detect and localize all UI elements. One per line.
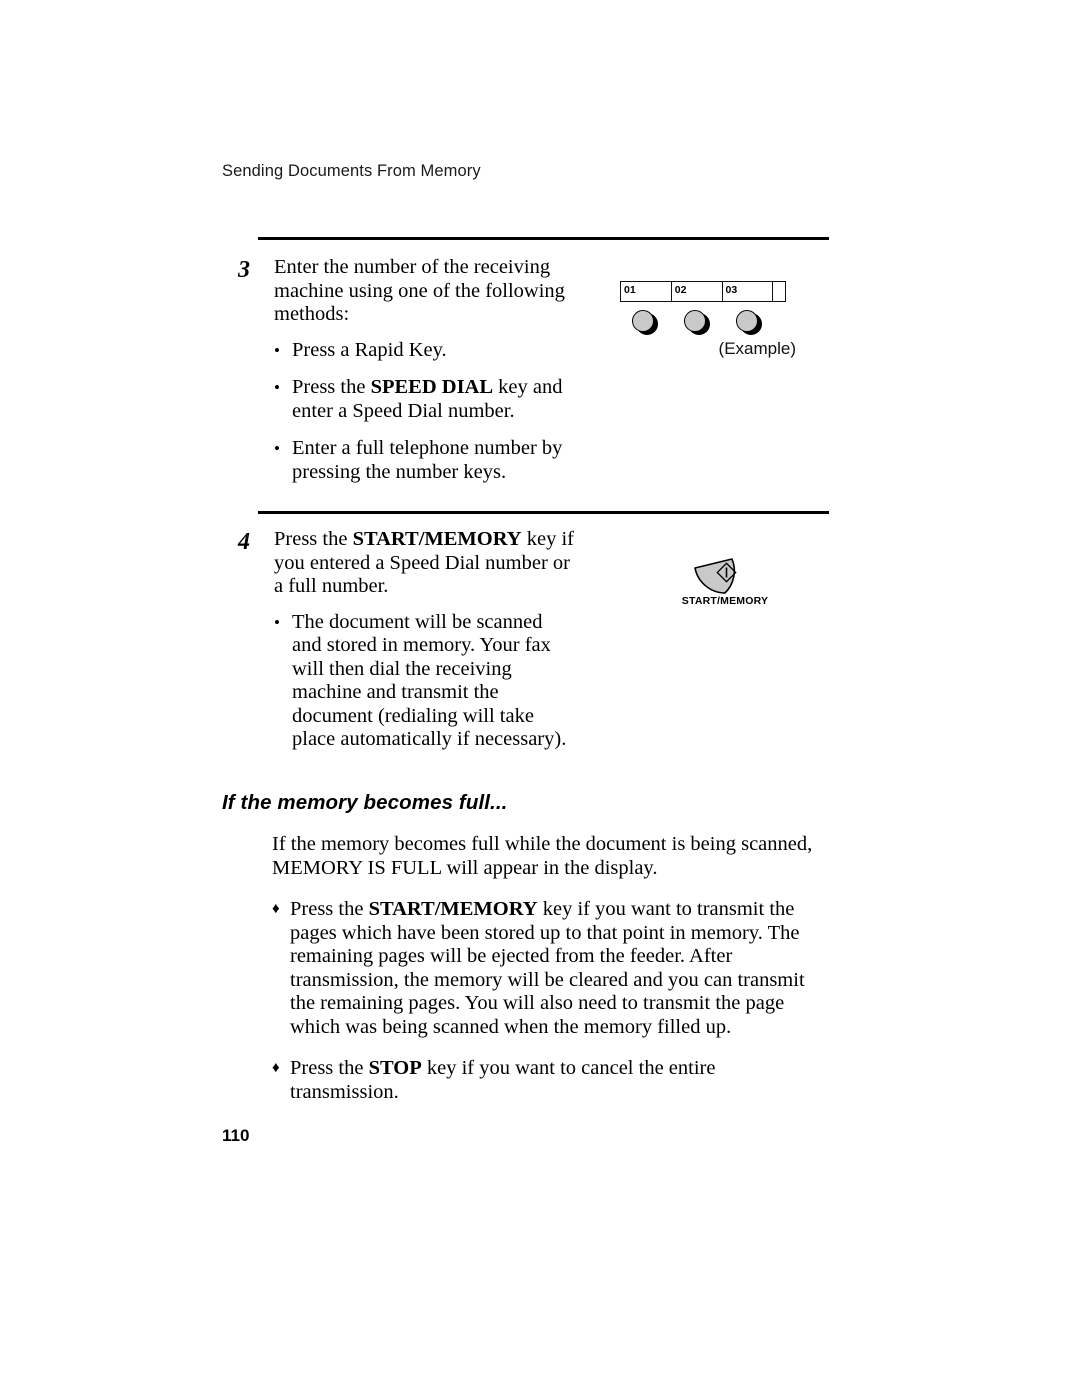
list-item-text: Press the STOP key if you want to cancel…: [290, 1057, 828, 1104]
speed-dial-key-name: SPEED DIAL: [370, 376, 494, 398]
key-cap: [684, 310, 706, 332]
start-memory-key-shape: [694, 558, 737, 594]
rapid-key-cell-02: 02: [672, 282, 723, 301]
list-item: • Enter a full telephone number by press…: [274, 437, 818, 484]
list-item-text-prefix: Press the: [290, 898, 369, 920]
round-bullet-icon: •: [274, 340, 280, 360]
list-item: • The document will be scanned and store…: [274, 611, 818, 752]
key-cap: [736, 310, 758, 332]
rapid-key-cell-01: 01: [621, 282, 672, 301]
round-bullet-icon: •: [274, 439, 280, 458]
step-4-instruction: Press the START/MEMORY key if you entere…: [274, 528, 574, 599]
list-item-text-prefix: Enter a full telephone number by pressin…: [292, 437, 563, 483]
start-memory-key-label: START/MEMORY: [681, 595, 769, 607]
rapid-key-cell-03: 03: [723, 282, 774, 301]
list-item-text-prefix: Press the: [290, 1057, 369, 1079]
step-4-text-prefix: Press the: [274, 528, 353, 550]
running-header: Sending Documents From Memory: [222, 162, 481, 180]
rapid-key-cell-partial: [773, 282, 785, 301]
list-item-text: Press the START/MEMORY key if you want t…: [290, 898, 828, 1039]
diamond-bullet-icon: ♦: [272, 901, 280, 917]
start-memory-key-icon: [692, 558, 758, 594]
key-cap: [632, 310, 654, 332]
list-item: ♦ Press the START/MEMORY key if you want…: [272, 898, 832, 1039]
page-number: 110: [222, 1126, 250, 1145]
list-item: ♦ Press the STOP key if you want to canc…: [272, 1057, 832, 1104]
rapid-key-button-02-icon: [684, 310, 710, 335]
section-divider-top: [258, 236, 829, 240]
list-item-text: Press the SPEED DIAL key and enter a Spe…: [292, 376, 570, 423]
section-heading: If the memory becomes full...: [222, 791, 508, 814]
step-4-bullet-list: • The document will be scanned and store…: [274, 611, 818, 752]
rapid-key-label-strip: 01 02 03: [620, 281, 786, 302]
list-item-text-prefix: Press a Rapid Key.: [292, 338, 447, 361]
section-bullet-list: ♦ Press the START/MEMORY key if you want…: [272, 898, 832, 1104]
start-memory-key-name: START/MEMORY: [352, 528, 522, 550]
step-3-instruction: Enter the number of the receiving machin…: [274, 256, 565, 325]
section-divider-middle: [258, 510, 829, 514]
step-3-number: 3: [238, 257, 250, 283]
rapid-key-button-01-icon: [632, 310, 658, 335]
round-bullet-icon: •: [274, 612, 280, 632]
step-3-bullet-list: • Press a Rapid Key. • Press the SPEED D…: [274, 339, 818, 485]
list-item-text: The document will be scanned and stored …: [292, 610, 567, 751]
section-intro-paragraph: If the memory becomes full while the doc…: [272, 833, 813, 879]
manual-page: Sending Documents From Memory 3 Enter th…: [0, 0, 1080, 1397]
rapid-key-button-03-icon: [736, 310, 762, 335]
step-4-number: 4: [238, 529, 250, 555]
list-item-text: Enter a full telephone number by pressin…: [292, 437, 570, 484]
list-item-text: Press a Rapid Key.: [292, 339, 570, 363]
list-item-text-prefix: Press the: [292, 376, 371, 398]
example-caption: (Example): [718, 339, 796, 358]
rapid-key-figure: 01 02 03 (Example): [620, 281, 810, 358]
round-bullet-icon: •: [274, 378, 280, 397]
start-memory-key-name: START/MEMORY: [368, 898, 538, 920]
rapid-key-buttons: [620, 302, 786, 336]
list-item: • Press the SPEED DIAL key and enter a S…: [274, 376, 818, 423]
stop-key-name: STOP: [368, 1057, 422, 1079]
diamond-bullet-icon: ♦: [272, 1060, 280, 1076]
start-memory-key-figure: START/MEMORY: [660, 558, 790, 607]
